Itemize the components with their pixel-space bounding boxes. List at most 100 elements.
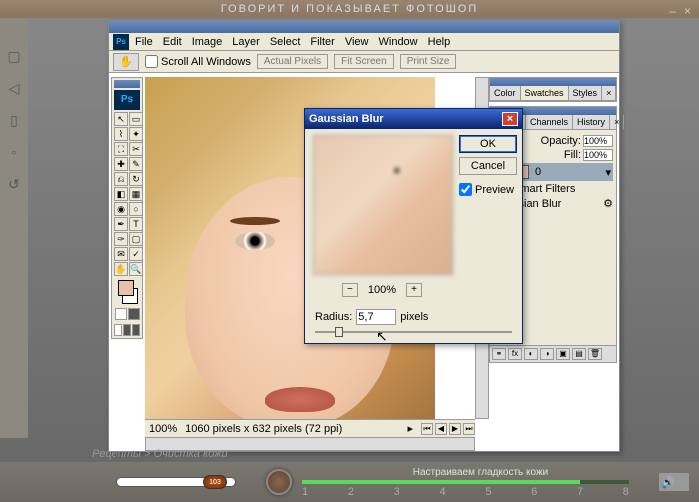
tab-color[interactable]: Color xyxy=(490,86,521,100)
cancel-button[interactable]: Cancel xyxy=(459,157,517,175)
wand-tool[interactable]: ✦ xyxy=(129,127,143,141)
crop-tool[interactable]: ⛶ xyxy=(114,142,128,156)
tick[interactable]: 8 xyxy=(623,486,629,498)
shape-tool[interactable]: ▢ xyxy=(129,232,143,246)
tick[interactable]: 2 xyxy=(348,486,354,498)
panel-close-icon[interactable]: × xyxy=(602,86,616,100)
folder-icon[interactable]: ▣ xyxy=(556,348,570,360)
print-size-button[interactable]: Print Size xyxy=(400,54,457,69)
filter-settings-icon[interactable]: ⚙ xyxy=(603,197,613,210)
menu-filter[interactable]: Filter xyxy=(310,36,334,48)
marquee-tool[interactable]: ▭ xyxy=(129,112,143,126)
tick[interactable]: 6 xyxy=(531,486,537,498)
new-icon[interactable]: ▤ xyxy=(572,348,586,360)
eyedrop-tool[interactable]: ✓ xyxy=(129,247,143,261)
minimize-icon[interactable]: – xyxy=(669,2,678,20)
zoom-tool[interactable]: 🔍 xyxy=(129,262,143,276)
breadcrumb[interactable]: Рецепты > Очистка кожи xyxy=(92,448,228,460)
zoom-out-button[interactable]: − xyxy=(342,283,358,297)
eraser-tool[interactable]: ◧ xyxy=(114,187,128,201)
nav-next-icon[interactable]: ⏭ xyxy=(463,423,475,435)
adj-icon[interactable]: ◑ xyxy=(540,348,554,360)
heal-tool[interactable]: ✚ xyxy=(114,157,128,171)
hand-tool[interactable]: ✋ xyxy=(114,262,128,276)
brush-tool[interactable]: ✎ xyxy=(129,157,143,171)
menu-image[interactable]: Image xyxy=(192,36,223,48)
panel-close-icon[interactable]: × xyxy=(610,115,624,129)
ok-button[interactable]: OK xyxy=(459,135,517,153)
dialog-title: Gaussian Blur xyxy=(309,113,384,125)
tick[interactable]: 1 xyxy=(302,486,308,498)
nav-first-icon[interactable]: ⏮ xyxy=(421,423,433,435)
mask-icon[interactable]: ◐ xyxy=(524,348,538,360)
zoom-level[interactable]: 100% xyxy=(149,423,177,435)
history-tool[interactable]: ↻ xyxy=(129,172,143,186)
fit-screen-button[interactable]: Fit Screen xyxy=(334,54,394,69)
tool-icon[interactable]: ▯ xyxy=(7,112,21,126)
nav-prev-icon[interactable]: ◀ xyxy=(435,423,447,435)
tool-icon[interactable]: ◦ xyxy=(7,144,21,158)
fg-color[interactable] xyxy=(118,280,134,296)
menu-file[interactable]: File xyxy=(135,36,153,48)
preview-checkbox[interactable]: Preview xyxy=(459,183,517,196)
tick[interactable]: 3 xyxy=(394,486,400,498)
opacity-input[interactable] xyxy=(583,135,613,147)
menu-layer[interactable]: Layer xyxy=(232,36,260,48)
menu-view[interactable]: View xyxy=(345,36,369,48)
radius-input[interactable] xyxy=(356,309,396,325)
gradient-tool[interactable]: ▦ xyxy=(129,187,143,201)
blur-tool[interactable]: ◉ xyxy=(114,202,128,216)
fx-icon[interactable]: fx xyxy=(508,348,522,360)
menubar: Ps File Edit Image Layer Select Filter V… xyxy=(109,33,619,51)
play-knob[interactable] xyxy=(266,469,292,495)
move-tool[interactable]: ↖ xyxy=(114,112,128,126)
tick[interactable]: 7 xyxy=(577,486,583,498)
notes-tool[interactable]: ✉ xyxy=(114,247,128,261)
tab-swatches[interactable]: Swatches xyxy=(521,86,569,100)
timeline-bar[interactable] xyxy=(302,480,629,484)
lasso-tool[interactable]: ⌇ xyxy=(114,127,128,141)
color-swatches[interactable] xyxy=(114,280,142,304)
progress-thumb[interactable]: 103 xyxy=(203,475,227,489)
menu-select[interactable]: Select xyxy=(270,36,301,48)
tool-icon[interactable]: ↺ xyxy=(7,176,21,190)
menu-help[interactable]: Help xyxy=(428,36,451,48)
hand-tool-icon[interactable]: ✋ xyxy=(113,53,139,71)
link-icon[interactable]: ⚭ xyxy=(492,348,506,360)
menu-window[interactable]: Window xyxy=(379,36,418,48)
close-icon[interactable]: × xyxy=(684,2,693,20)
tick[interactable]: 5 xyxy=(485,486,491,498)
trash-icon[interactable]: 🗑 xyxy=(588,348,602,360)
screen-mode[interactable] xyxy=(114,308,140,320)
stamp-tool[interactable]: ⎌ xyxy=(114,172,128,186)
fill-input[interactable] xyxy=(583,149,613,161)
radius-slider[interactable] xyxy=(305,331,522,343)
tab-channels[interactable]: Channels xyxy=(526,115,573,129)
progress-bar[interactable]: 103 xyxy=(116,477,236,487)
scroll-all-checkbox[interactable]: Scroll All Windows xyxy=(145,55,251,68)
dodge-tool[interactable]: ○ xyxy=(129,202,143,216)
tool-icon[interactable]: ▢ xyxy=(7,48,21,62)
slice-tool[interactable]: ✂ xyxy=(129,142,143,156)
tab-styles[interactable]: Styles xyxy=(569,86,603,100)
slider-thumb[interactable] xyxy=(335,327,343,337)
preview-image[interactable] xyxy=(313,135,453,275)
tab-history[interactable]: History xyxy=(573,115,610,129)
path-tool[interactable]: ✒ xyxy=(114,217,128,231)
nav-play-icon[interactable]: ▶ xyxy=(449,423,461,435)
actual-pixels-button[interactable]: Actual Pixels xyxy=(257,54,328,69)
volume-control[interactable]: 🔊 xyxy=(659,473,689,491)
layer-name[interactable]: 0 xyxy=(535,166,541,178)
dialog-close-icon[interactable]: × xyxy=(502,112,518,126)
quick-mask[interactable] xyxy=(114,324,140,336)
pen-tool[interactable]: ✑ xyxy=(114,232,128,246)
menu-edit[interactable]: Edit xyxy=(163,36,182,48)
timeline-title: Настраиваем гладкость кожи xyxy=(302,467,659,478)
tool-icon[interactable]: ◁ xyxy=(7,80,21,94)
tick[interactable]: 4 xyxy=(439,486,445,498)
fill-label: Fill: xyxy=(564,149,581,161)
dialog-titlebar[interactable]: Gaussian Blur × xyxy=(305,109,522,129)
zoom-in-button[interactable]: + xyxy=(406,283,422,297)
type-tool[interactable]: T xyxy=(129,217,143,231)
app-titlebar: ГОВОРИТ И ПОКАЗЫВАЕТ ФОТОШОП – × xyxy=(0,0,699,18)
